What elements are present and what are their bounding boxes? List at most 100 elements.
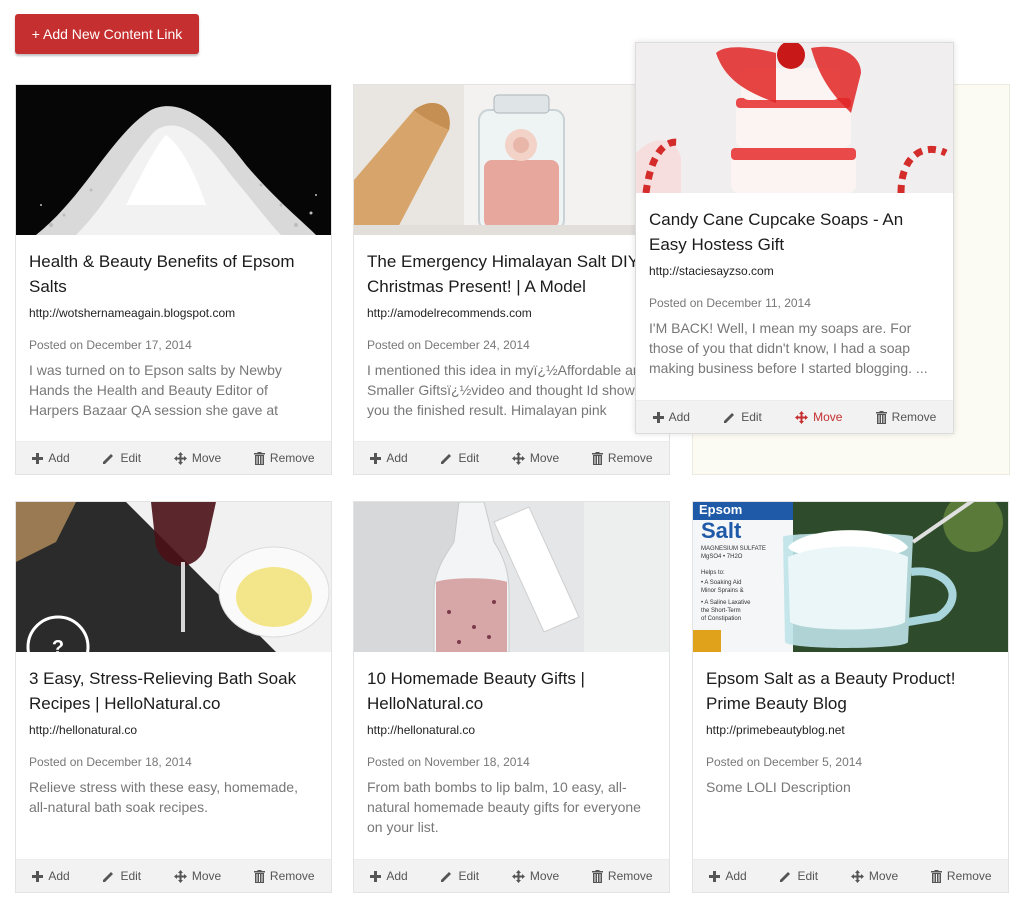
move-arrows-icon — [173, 869, 187, 883]
remove-label: Remove — [891, 410, 937, 424]
edit-action[interactable]: Edit — [440, 451, 479, 465]
edit-label: Edit — [120, 869, 142, 883]
card-action-bar: Add Edit Move Remove — [354, 859, 669, 892]
move-action[interactable]: Move — [850, 869, 898, 883]
card-title[interactable]: The Emergency Himalayan Salt DIY Christm… — [367, 249, 667, 299]
move-label: Move — [191, 869, 222, 883]
remove-action[interactable]: Remove — [253, 451, 315, 465]
move-action[interactable]: Move — [173, 869, 222, 883]
add-label: Add — [48, 869, 70, 883]
plus-icon — [370, 452, 382, 464]
card-thumbnail[interactable] — [636, 43, 953, 193]
card-description: I was turned on to Epson salts by Newby … — [29, 362, 282, 418]
trash-icon — [253, 451, 265, 465]
remove-action[interactable]: Remove — [591, 451, 653, 465]
pencil-icon — [780, 871, 791, 882]
pencil-icon — [724, 412, 735, 423]
card-action-bar: Add Edit Move Remove — [16, 859, 331, 892]
add-action[interactable]: Add — [32, 869, 70, 883]
salt-pile-image — [16, 85, 331, 235]
card-url[interactable]: http://amodelrecommends.com — [367, 306, 657, 320]
box-line: MAGNESIUM SULFATE — [701, 546, 766, 552]
card-url[interactable]: http://hellonatural.co — [29, 723, 319, 737]
move-arrows-icon — [850, 869, 864, 883]
add-label: Add — [386, 869, 408, 883]
bath-salt-bottle-image — [354, 502, 669, 652]
edit-label: Edit — [797, 869, 819, 883]
remove-action[interactable]: Remove — [591, 869, 653, 883]
plus-icon — [32, 870, 44, 882]
plus-icon — [652, 411, 664, 423]
move-arrows-icon — [511, 869, 525, 883]
card-description: Some LOLI Description — [706, 779, 851, 795]
move-label: Move — [813, 410, 843, 424]
move-action[interactable]: Move — [511, 451, 559, 465]
card-thumbnail[interactable]: ? — [16, 502, 331, 652]
pencil-icon — [103, 453, 114, 464]
add-label: Add — [668, 410, 690, 424]
card-date: Posted on December 24, 2014 — [367, 338, 530, 352]
move-action[interactable]: Move — [511, 869, 560, 883]
card-action-bar: Add Edit Move Remove — [354, 441, 669, 474]
edit-label: Edit — [458, 451, 480, 465]
edit-action[interactable]: Edit — [779, 869, 818, 883]
pencil-icon — [441, 871, 452, 882]
add-action[interactable]: Add — [652, 410, 690, 424]
move-label: Move — [529, 869, 560, 883]
add-action[interactable]: Add — [709, 869, 747, 883]
remove-action[interactable]: Remove — [253, 869, 315, 883]
card-title[interactable]: Health & Beauty Benefits of Epsom Salts — [29, 249, 319, 299]
add-action[interactable]: Add — [370, 869, 408, 883]
svg-text:?: ? — [52, 637, 64, 652]
card-description: From bath bombs to lip balm, 10 easy, al… — [367, 779, 641, 835]
move-arrows-icon — [795, 410, 809, 424]
remove-action[interactable]: Remove — [875, 410, 937, 424]
trash-icon — [875, 410, 887, 424]
content-card: Epsom Salt MAGNESIUM SULFATE MgSO4 • 7H2… — [692, 501, 1009, 893]
plus-icon — [32, 452, 44, 464]
content-card: The Emergency Himalayan Salt DIY Christm… — [353, 84, 670, 475]
move-action[interactable]: Move — [173, 451, 221, 465]
edit-action[interactable]: Edit — [723, 410, 762, 424]
edit-action[interactable]: Edit — [102, 869, 141, 883]
card-thumbnail[interactable]: Epsom Salt MAGNESIUM SULFATE MgSO4 • 7H2… — [693, 502, 1008, 652]
card-description: I'M BACK! Well, I mean my soaps are. For… — [649, 320, 928, 376]
card-url[interactable]: http://wotshernameagain.blogspot.com — [29, 306, 319, 320]
card-action-bar: Add Edit Move Remove — [16, 441, 331, 474]
trash-icon — [591, 869, 603, 883]
box-line: Minor Sprains & — [701, 588, 744, 594]
card-title[interactable]: Epsom Salt as a Beauty Product! Prime Be… — [706, 666, 996, 716]
add-action[interactable]: Add — [370, 451, 408, 465]
edit-label: Edit — [741, 410, 762, 424]
card-url[interactable]: http://hellonatural.co — [367, 723, 657, 737]
add-label: Add — [48, 451, 70, 465]
card-date: Posted on December 18, 2014 — [29, 755, 192, 769]
edit-action[interactable]: Edit — [440, 869, 479, 883]
card-action-bar: Add Edit Move Remove — [693, 859, 1008, 892]
remove-label: Remove — [269, 869, 315, 883]
card-url[interactable]: http://primebeautyblog.net — [706, 723, 996, 737]
card-title[interactable]: Candy Cane Cupcake Soaps - An Easy Hoste… — [649, 207, 941, 257]
remove-action[interactable]: Remove — [930, 869, 992, 883]
card-title[interactable]: 3 Easy, Stress-Relieving Bath Soak Recip… — [29, 666, 319, 716]
card-thumbnail[interactable] — [16, 85, 331, 235]
card-url[interactable]: http://staciesayzso.com — [649, 264, 941, 278]
box-line: Helps to: — [701, 570, 725, 576]
add-action[interactable]: Add — [32, 451, 70, 465]
pencil-icon — [103, 871, 114, 882]
move-action[interactable]: Move — [795, 410, 842, 424]
card-title[interactable]: 10 Homemade Beauty Gifts | HelloNatural.… — [367, 666, 657, 716]
edit-label: Edit — [120, 451, 142, 465]
remove-label: Remove — [269, 451, 315, 465]
epsom-salt-box-image: Epsom Salt MAGNESIUM SULFATE MgSO4 • 7H2… — [693, 502, 1008, 652]
content-card-dragging[interactable]: Candy Cane Cupcake Soaps - An Easy Hoste… — [635, 42, 954, 434]
content-card: Health & Beauty Benefits of Epsom Salts … — [15, 84, 332, 475]
card-thumbnail[interactable] — [354, 502, 669, 652]
remove-label: Remove — [607, 869, 653, 883]
card-thumbnail[interactable] — [354, 85, 669, 235]
add-new-content-link-button[interactable]: + Add New Content Link — [15, 14, 199, 54]
edit-label: Edit — [458, 869, 480, 883]
box-line: the Short-Term — [701, 608, 741, 614]
edit-action[interactable]: Edit — [102, 451, 141, 465]
box-word-epsom: Epsom — [699, 502, 742, 517]
